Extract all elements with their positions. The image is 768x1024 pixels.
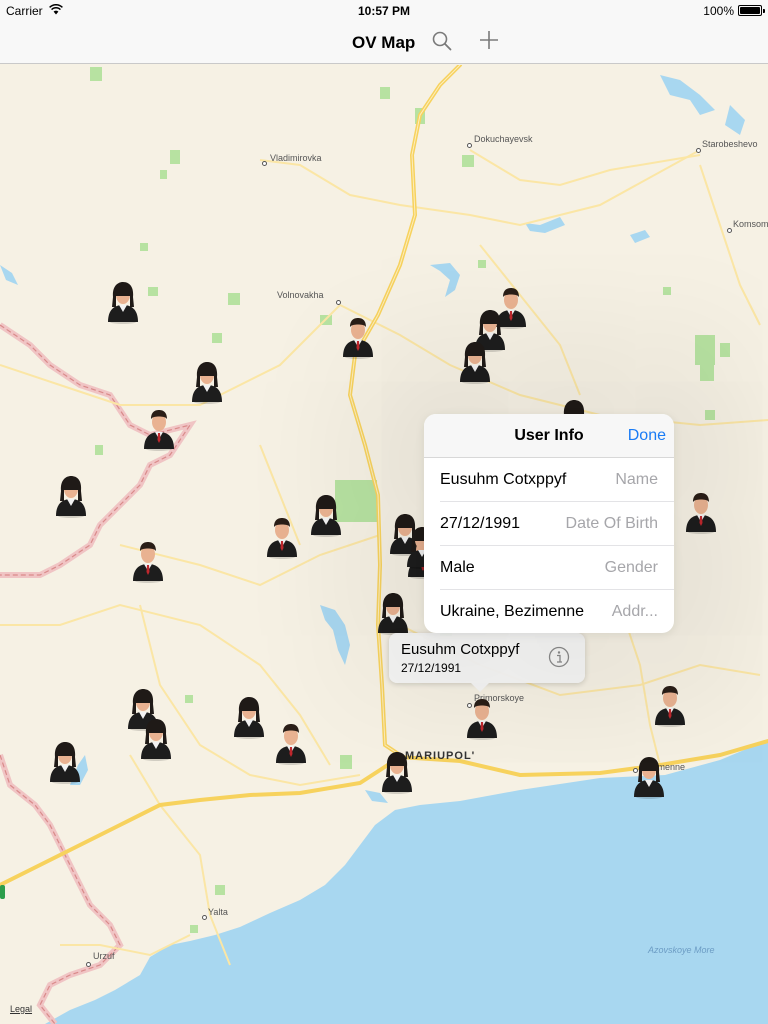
male-user-pin-icon[interactable] (684, 490, 718, 534)
female-user-pin-icon[interactable] (48, 740, 82, 784)
place-dot (467, 143, 472, 148)
female-user-pin-icon[interactable] (139, 717, 173, 761)
battery-percent: 100% (703, 4, 734, 18)
address-value: Ukraine, Bezimenne (440, 603, 585, 620)
gender-value: Male (440, 559, 475, 576)
date-of-birth-placeholder: Date Of Birth (565, 515, 658, 532)
place-dot (262, 161, 267, 166)
date-of-birth-field[interactable]: 27/12/1991 Date Of Birth (424, 502, 674, 546)
place-label-azov-sea: Azovskoye More (648, 945, 715, 955)
status-time: 10:57 PM (357, 4, 411, 18)
name-placeholder: Name (615, 471, 658, 488)
place-label-komsomolske: Komsomolske (733, 219, 768, 229)
name-value: Eusuhm Cotxppyf (440, 471, 567, 488)
place-label-mariupol: MARIUPOL' (405, 750, 476, 762)
gender-field[interactable]: Male Gender (424, 546, 674, 590)
info-icon[interactable] (548, 646, 570, 668)
nav-title: OV Map (352, 33, 416, 52)
address-field[interactable]: Ukraine, Bezimenne Addr... (424, 590, 674, 633)
male-user-pin-icon[interactable] (274, 721, 308, 765)
female-user-pin-icon[interactable] (376, 591, 410, 635)
male-user-pin-icon[interactable] (341, 315, 375, 359)
done-button[interactable]: Done (628, 427, 666, 445)
place-label-volnovakha: Volnovakha (277, 290, 324, 300)
pin-callout[interactable]: Eusuhm Cotxppyf 27/12/1991 (389, 633, 585, 692)
search-icon[interactable] (431, 30, 453, 52)
status-bar: Carrier 10:57 PM 100% (0, 0, 768, 20)
place-dot (336, 300, 341, 305)
female-user-pin-icon[interactable] (54, 474, 88, 518)
male-user-pin-icon[interactable] (131, 539, 165, 583)
female-user-pin-icon[interactable] (458, 340, 492, 384)
legal-link[interactable]: Legal (10, 1004, 32, 1014)
popover-header: User Info Done (424, 414, 674, 458)
male-user-pin-icon[interactable] (465, 696, 499, 740)
place-dot (696, 148, 701, 153)
place-label-yalta: Yalta (208, 907, 228, 917)
female-user-pin-icon[interactable] (309, 493, 343, 537)
navigation-bar: OV Map (0, 20, 768, 64)
place-dot (202, 915, 207, 920)
callout-date: 27/12/1991 (401, 661, 462, 675)
place-label-urzuf: Urzuf (93, 951, 115, 961)
female-user-pin-icon[interactable] (380, 750, 414, 794)
callout-name: Eusuhm Cotxppyf (401, 641, 520, 658)
name-field[interactable]: Eusuhm Cotxppyf Name (424, 458, 674, 502)
female-user-pin-icon[interactable] (632, 755, 666, 799)
female-user-pin-icon[interactable] (232, 695, 266, 739)
plus-icon[interactable] (478, 29, 500, 51)
place-label-dokuchayevsk: Dokuchayevsk (474, 134, 533, 144)
place-dot (86, 962, 91, 967)
male-user-pin-icon[interactable] (265, 515, 299, 559)
male-user-pin-icon[interactable] (653, 683, 687, 727)
battery-icon (738, 5, 765, 16)
gender-placeholder: Gender (604, 559, 658, 576)
user-info-popover: User Info Done Eusuhm Cotxppyf Name 27/1… (424, 414, 674, 633)
place-dot (727, 228, 732, 233)
female-user-pin-icon[interactable] (106, 280, 140, 324)
address-placeholder: Addr... (611, 603, 658, 620)
female-user-pin-icon[interactable] (190, 360, 224, 404)
place-label-starobeshevo: Starobeshevo (702, 139, 758, 149)
date-of-birth-value: 27/12/1991 (440, 515, 521, 532)
male-user-pin-icon[interactable] (142, 407, 176, 451)
place-label-vladimirovka: Vladimirovka (270, 153, 322, 163)
